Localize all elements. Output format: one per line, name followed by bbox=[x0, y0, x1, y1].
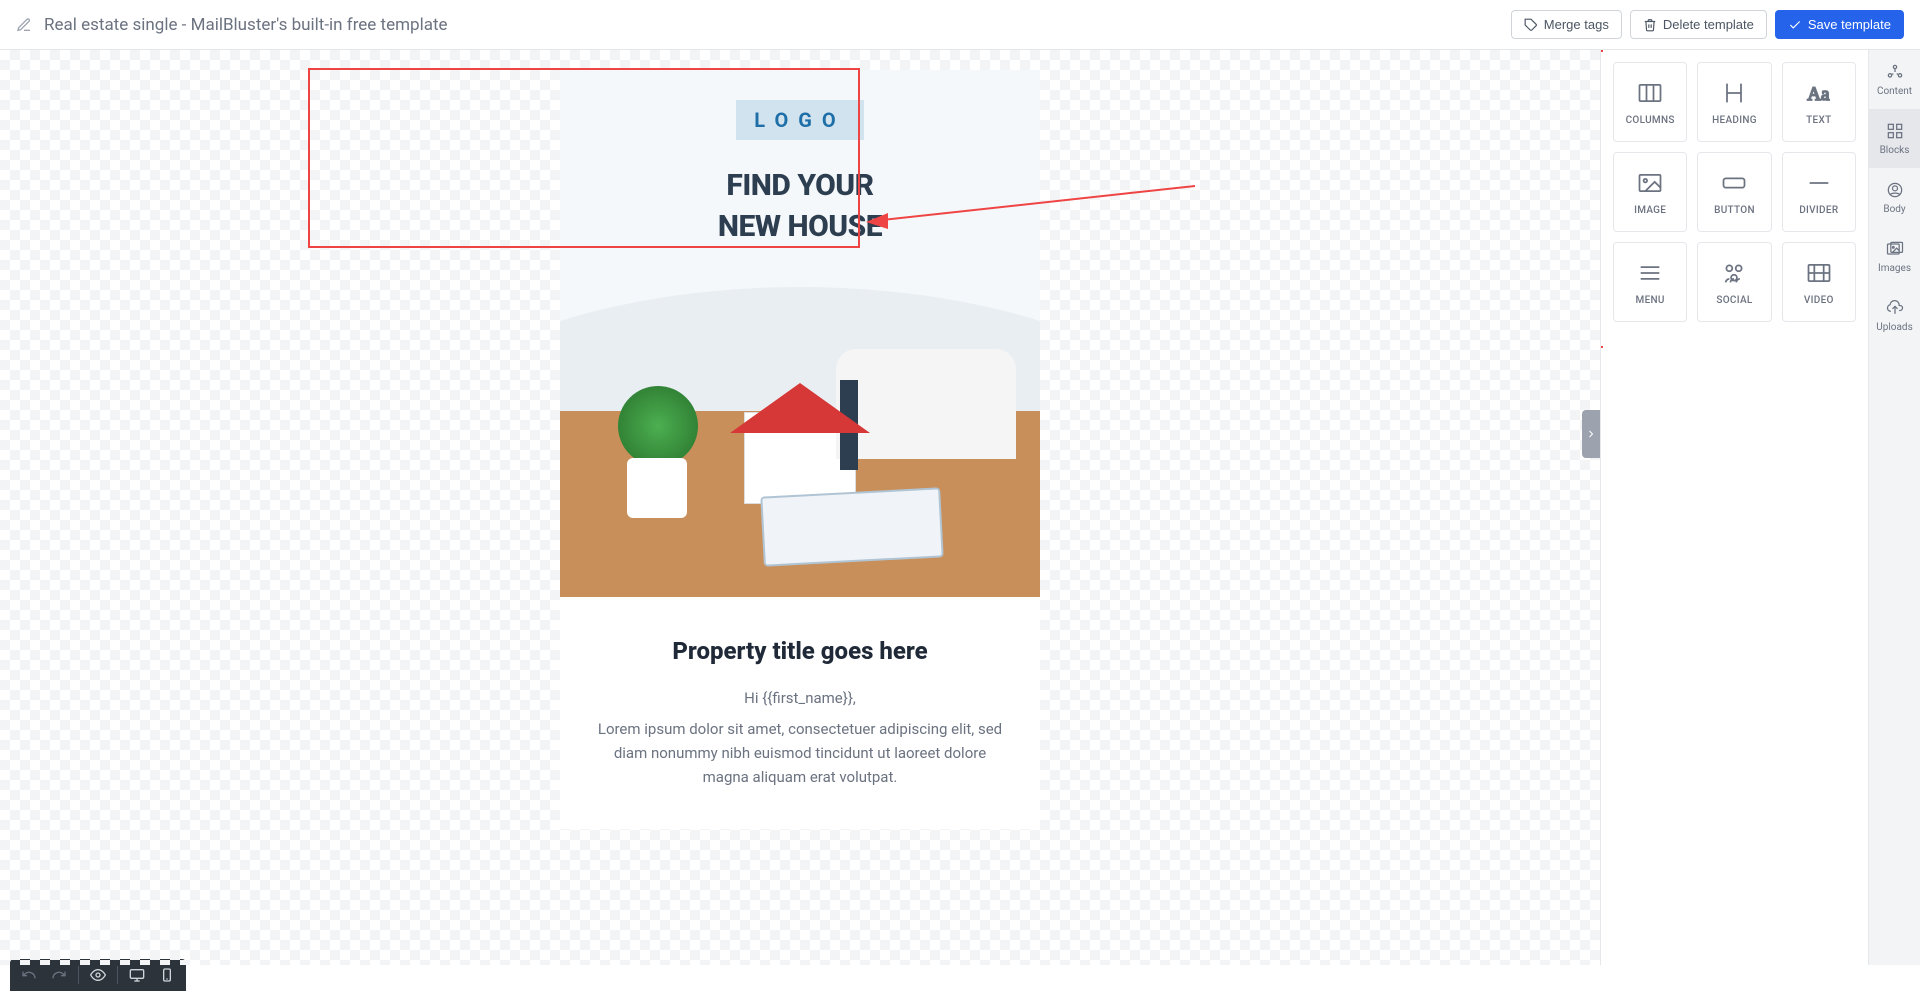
svg-text:Aa: Aa bbox=[1807, 84, 1830, 105]
blocks-grid: COLUMNS HEADING Aa TEXT IMAGE BUTTON DIV… bbox=[1613, 62, 1856, 322]
heading-icon bbox=[1720, 79, 1748, 107]
panel-collapse-handle[interactable] bbox=[1582, 410, 1600, 458]
greeting-text[interactable]: Hi {{first_name}}, bbox=[590, 689, 1010, 707]
block-social-label: SOCIAL bbox=[1716, 295, 1752, 306]
block-button-label: BUTTON bbox=[1714, 205, 1755, 216]
tab-body[interactable]: Body bbox=[1869, 168, 1920, 227]
headline-line1: FIND YOUR bbox=[580, 166, 1020, 207]
columns-icon bbox=[1636, 79, 1664, 107]
pot-graphic bbox=[627, 458, 687, 518]
menu-icon bbox=[1636, 259, 1664, 287]
toolbar-divider bbox=[78, 966, 79, 984]
block-divider-label: DIVIDER bbox=[1799, 205, 1838, 216]
block-text[interactable]: Aa TEXT bbox=[1782, 62, 1856, 142]
property-title[interactable]: Property title goes here bbox=[590, 637, 1010, 665]
redo-icon bbox=[51, 967, 67, 983]
images-icon bbox=[1885, 239, 1905, 259]
topbar-actions: Merge tags Delete template Save template bbox=[1511, 10, 1904, 39]
clipboard-graphic bbox=[760, 487, 943, 566]
chevron-right-icon bbox=[1585, 428, 1597, 440]
desktop-icon bbox=[129, 967, 145, 983]
block-columns[interactable]: COLUMNS bbox=[1613, 62, 1687, 142]
check-icon bbox=[1788, 18, 1802, 32]
content-icon bbox=[1885, 62, 1905, 82]
topbar-left: Real estate single - MailBluster's built… bbox=[16, 15, 448, 35]
social-icon bbox=[1720, 259, 1748, 287]
save-template-label: Save template bbox=[1808, 17, 1891, 32]
mobile-icon bbox=[159, 967, 175, 983]
headline-line2: NEW HOUSE bbox=[580, 207, 1020, 248]
uploads-icon bbox=[1885, 298, 1905, 318]
toolbar-divider bbox=[117, 966, 118, 984]
tab-content[interactable]: Content bbox=[1869, 50, 1920, 109]
block-menu-label: MENU bbox=[1636, 295, 1665, 306]
button-icon bbox=[1720, 169, 1748, 197]
mobile-view-button[interactable] bbox=[154, 963, 180, 987]
body-icon bbox=[1885, 180, 1905, 200]
block-columns-label: COLUMNS bbox=[1626, 115, 1675, 126]
headline[interactable]: FIND YOUR NEW HOUSE bbox=[580, 166, 1020, 247]
block-divider[interactable]: DIVIDER bbox=[1782, 152, 1856, 232]
pencil-icon bbox=[16, 17, 32, 33]
tab-images[interactable]: Images bbox=[1869, 227, 1920, 286]
bottom-bar bbox=[0, 965, 1920, 991]
delete-template-button[interactable]: Delete template bbox=[1630, 10, 1767, 39]
tab-uploads-label: Uploads bbox=[1876, 322, 1912, 333]
tab-images-label: Images bbox=[1878, 263, 1911, 274]
logo-placeholder[interactable]: LOGO bbox=[736, 100, 863, 140]
block-button[interactable]: BUTTON bbox=[1697, 152, 1771, 232]
tag-icon bbox=[1524, 18, 1538, 32]
preview-button[interactable] bbox=[85, 963, 111, 987]
tabs-rail: Content Blocks Body Images Uploads bbox=[1868, 50, 1920, 965]
block-heading[interactable]: HEADING bbox=[1697, 62, 1771, 142]
block-video-label: VIDEO bbox=[1804, 295, 1834, 306]
block-menu[interactable]: MENU bbox=[1613, 242, 1687, 322]
email-canvas[interactable]: LOGO FIND YOUR NEW HOUSE Property title … bbox=[560, 70, 1040, 829]
hero-image-block[interactable] bbox=[560, 287, 1040, 597]
tab-body-label: Body bbox=[1883, 204, 1905, 215]
redo-button[interactable] bbox=[46, 963, 72, 987]
undo-icon bbox=[21, 967, 37, 983]
tab-blocks[interactable]: Blocks bbox=[1869, 109, 1920, 168]
tie-graphic bbox=[840, 380, 858, 470]
tab-uploads[interactable]: Uploads bbox=[1869, 286, 1920, 345]
canvas-area[interactable]: LOGO FIND YOUR NEW HOUSE Property title … bbox=[0, 50, 1600, 965]
tab-content-label: Content bbox=[1877, 86, 1912, 97]
template-title: Real estate single - MailBluster's built… bbox=[44, 15, 448, 35]
blocks-panel: COLUMNS HEADING Aa TEXT IMAGE BUTTON DIV… bbox=[1600, 50, 1868, 965]
block-text-label: TEXT bbox=[1806, 115, 1831, 126]
trash-icon bbox=[1643, 18, 1657, 32]
hero-image bbox=[560, 287, 1040, 597]
divider-icon bbox=[1805, 169, 1833, 197]
video-icon bbox=[1805, 259, 1833, 287]
annotation-bracket bbox=[1600, 50, 1603, 348]
image-icon bbox=[1636, 169, 1664, 197]
main: LOGO FIND YOUR NEW HOUSE Property title … bbox=[0, 50, 1920, 965]
email-body-block[interactable]: Property title goes here Hi {{first_name… bbox=[560, 597, 1040, 829]
block-video[interactable]: VIDEO bbox=[1782, 242, 1856, 322]
email-header-block[interactable]: LOGO FIND YOUR NEW HOUSE bbox=[560, 70, 1040, 287]
block-image[interactable]: IMAGE bbox=[1613, 152, 1687, 232]
eye-icon bbox=[90, 967, 106, 983]
desktop-view-button[interactable] bbox=[124, 963, 150, 987]
text-icon: Aa bbox=[1805, 79, 1833, 107]
plant-graphic bbox=[618, 386, 698, 466]
delete-template-label: Delete template bbox=[1663, 17, 1754, 32]
topbar: Real estate single - MailBluster's built… bbox=[0, 0, 1920, 50]
save-template-button[interactable]: Save template bbox=[1775, 10, 1904, 39]
body-text[interactable]: Lorem ipsum dolor sit amet, consectetuer… bbox=[590, 717, 1010, 789]
tab-blocks-label: Blocks bbox=[1880, 145, 1910, 156]
blocks-icon bbox=[1885, 121, 1905, 141]
block-social[interactable]: SOCIAL bbox=[1697, 242, 1771, 322]
merge-tags-label: Merge tags bbox=[1544, 17, 1609, 32]
block-image-label: IMAGE bbox=[1634, 205, 1666, 216]
block-heading-label: HEADING bbox=[1712, 115, 1757, 126]
merge-tags-button[interactable]: Merge tags bbox=[1511, 10, 1622, 39]
undo-button[interactable] bbox=[16, 963, 42, 987]
